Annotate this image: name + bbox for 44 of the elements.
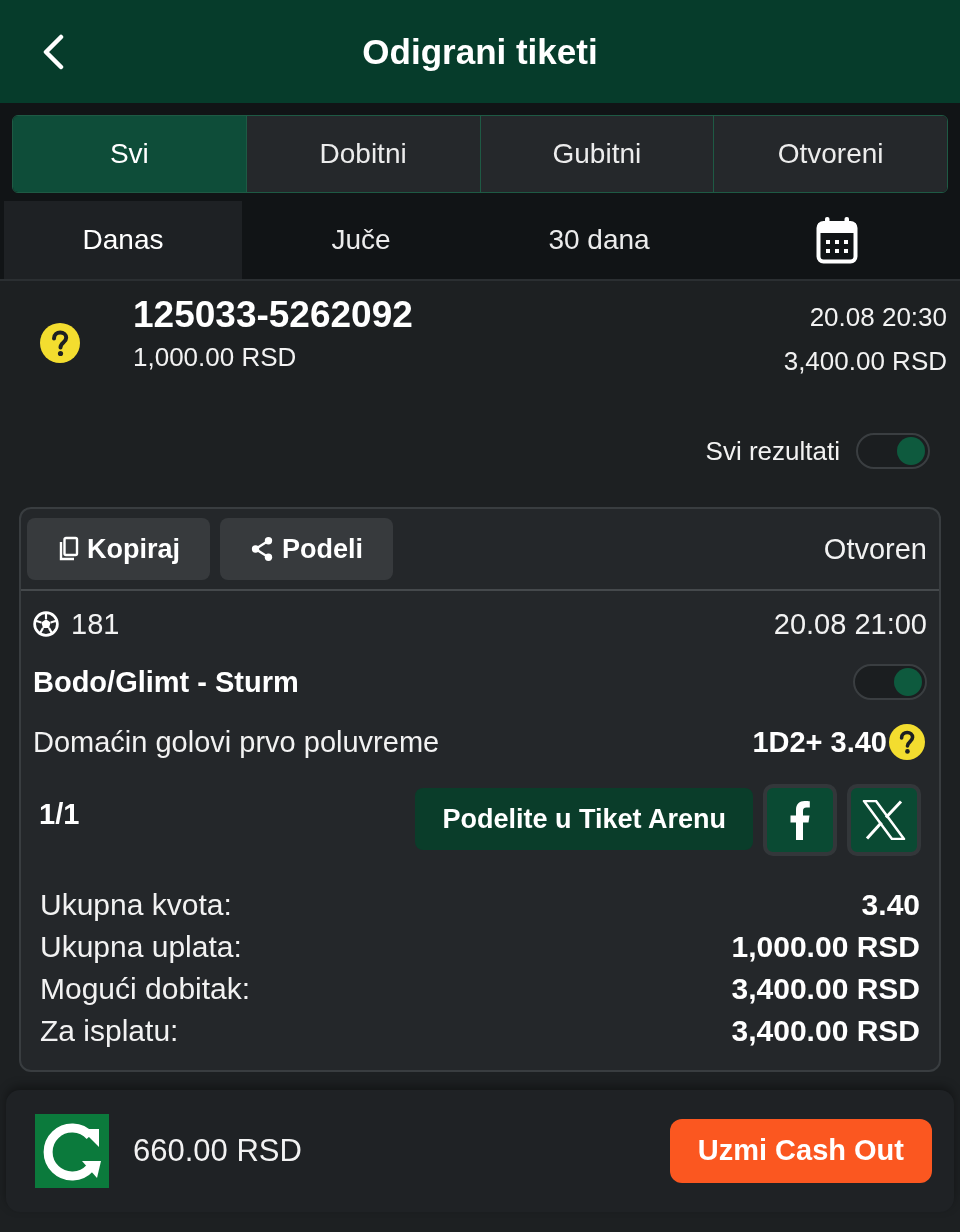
copy-icon: [57, 536, 79, 562]
summary-label: Za isplatu:: [40, 1013, 179, 1049]
page-title: Odigrani tiketi: [361, 30, 599, 73]
selection-count: 1/1: [39, 797, 80, 832]
ticket-stake: 1,000.00 RSD: [133, 341, 298, 374]
market-name: Domaćin golovi prvo poluvreme: [33, 725, 440, 760]
question-icon: [889, 724, 925, 760]
event-date: 20.08 21:00: [773, 607, 927, 642]
toggle-switch[interactable]: [853, 664, 927, 700]
share-button[interactable]: Podeli: [220, 518, 394, 580]
question-icon: [40, 323, 80, 363]
filter-tab[interactable]: Dobitni: [245, 116, 480, 192]
summary-value: 3,400.00 RSD: [731, 1013, 920, 1049]
summary-label: Mogući dobitak:: [40, 971, 251, 1007]
summary-value: 3.40: [861, 887, 920, 923]
summary-value: 3,400.00 RSD: [731, 971, 920, 1007]
match-name: Bodo/Glimt - Sturm: [33, 665, 299, 700]
ticket-date: 20.08 20:30: [809, 301, 947, 334]
bet-odds: 3.40: [830, 725, 887, 760]
back-chevron-icon: [42, 33, 64, 70]
facebook-button[interactable]: [763, 784, 837, 856]
filter-tab[interactable]: Otvoreni: [713, 116, 947, 192]
share-icon: [250, 536, 274, 562]
summary-label: Ukupna uplata:: [40, 929, 242, 965]
soccer-ball-icon: [33, 611, 59, 637]
facebook-f-icon: [790, 800, 810, 840]
calendar-icon: [816, 216, 858, 264]
summary-value: 1,000.00 RSD: [731, 929, 920, 965]
ticket-payout: 3,400.00 RSD: [783, 345, 947, 378]
period-tab[interactable]: Danas: [4, 201, 242, 279]
filter-tab[interactable]: Svi: [13, 116, 246, 192]
x-button[interactable]: [847, 784, 921, 856]
bet-pick: 1D2+: [752, 725, 823, 760]
ticket-status: Otvoren: [823, 532, 928, 567]
toggle-switch[interactable]: [856, 433, 930, 469]
toggle-label: Svi rezultati: [705, 435, 840, 468]
x-logo-icon: [862, 800, 906, 840]
filter-tab[interactable]: Gubitni: [479, 116, 714, 192]
summary-label: Ukupna kvota:: [40, 887, 232, 923]
share-arena-button[interactable]: Podelite u Tiket Arenu: [415, 788, 753, 850]
event-code: 181: [71, 607, 120, 642]
copy-button[interactable]: Kopiraj: [27, 518, 210, 580]
ticket-number: 125033-5262092: [133, 293, 413, 337]
cash-out-amount: 660.00 RSD: [133, 1132, 302, 1170]
